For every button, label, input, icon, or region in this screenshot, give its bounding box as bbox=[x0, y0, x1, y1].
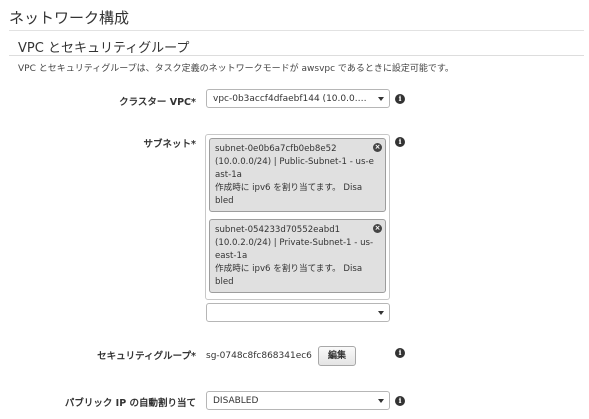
section-description: VPC とセキュリティグループは、タスク定義のネットワークモードが awsvpc… bbox=[18, 64, 454, 74]
subnet-chip: subnet-0e0b6a7cfb0eb8e52 (10.0.0.0/24) |… bbox=[209, 138, 386, 212]
public-ip-select[interactable]: DISABLED bbox=[206, 391, 390, 410]
info-icon[interactable]: i bbox=[395, 94, 405, 104]
subnet-chip-line: 作成時に ipv6 を割り当てます。 Disa bbox=[215, 264, 363, 274]
subnet-chip-line: bled bbox=[215, 277, 234, 287]
info-icon[interactable]: i bbox=[395, 348, 405, 358]
public-ip-label: パブリック IP の自動割り当て bbox=[64, 398, 196, 409]
close-icon[interactable]: × bbox=[373, 143, 382, 152]
subnet-chip-line: subnet-0e0b6a7cfb0eb8e52 bbox=[215, 144, 337, 154]
subnet-chip-line: ast-1a bbox=[215, 170, 242, 180]
subnet-chip-line: subnet-054233d70552eabd1 bbox=[215, 225, 341, 235]
chevron-down-icon bbox=[378, 399, 384, 403]
subnets-label: サブネット* bbox=[143, 139, 196, 150]
security-group-label: セキュリティグループ* bbox=[97, 351, 196, 362]
subnet-add-select[interactable] bbox=[206, 303, 390, 322]
info-icon[interactable]: i bbox=[395, 396, 405, 406]
close-icon[interactable]: × bbox=[373, 224, 382, 233]
security-group-value: sg-0748c8fc868341ec6 bbox=[206, 351, 312, 361]
chevron-down-icon bbox=[378, 97, 384, 101]
section-divider bbox=[9, 55, 584, 56]
page-title: ネットワーク構成 bbox=[9, 9, 130, 27]
cluster-vpc-label: クラスター VPC* bbox=[119, 97, 196, 108]
cluster-vpc-select[interactable]: vpc-0b3accf4dfaebf144 (10.0.0.0/... bbox=[206, 89, 390, 108]
cluster-vpc-value: vpc-0b3accf4dfaebf144 (10.0.0.0/... bbox=[213, 94, 375, 104]
subnet-multiselect[interactable]: subnet-0e0b6a7cfb0eb8e52 (10.0.0.0/24) |… bbox=[205, 134, 390, 300]
subnet-chip-line: (10.0.0.0/24) | Public-Subnet-1 - us-e bbox=[215, 157, 374, 167]
subnet-chip-line: (10.0.2.0/24) | Private-Subnet-1 - us- bbox=[215, 238, 374, 248]
subnet-chip-line: bled bbox=[215, 196, 234, 206]
title-divider bbox=[9, 30, 584, 31]
public-ip-value: DISABLED bbox=[213, 396, 259, 406]
info-icon[interactable]: i bbox=[395, 137, 405, 147]
subnet-chip-line: 作成時に ipv6 を割り当てます。 Disa bbox=[215, 183, 363, 193]
subnet-chip-line: east-1a bbox=[215, 251, 248, 261]
edit-button[interactable]: 編集 bbox=[318, 346, 356, 366]
chevron-down-icon bbox=[378, 311, 384, 315]
section-title: VPC とセキュリティグループ bbox=[18, 41, 190, 56]
subnet-chip: subnet-054233d70552eabd1 (10.0.2.0/24) |… bbox=[209, 219, 386, 293]
